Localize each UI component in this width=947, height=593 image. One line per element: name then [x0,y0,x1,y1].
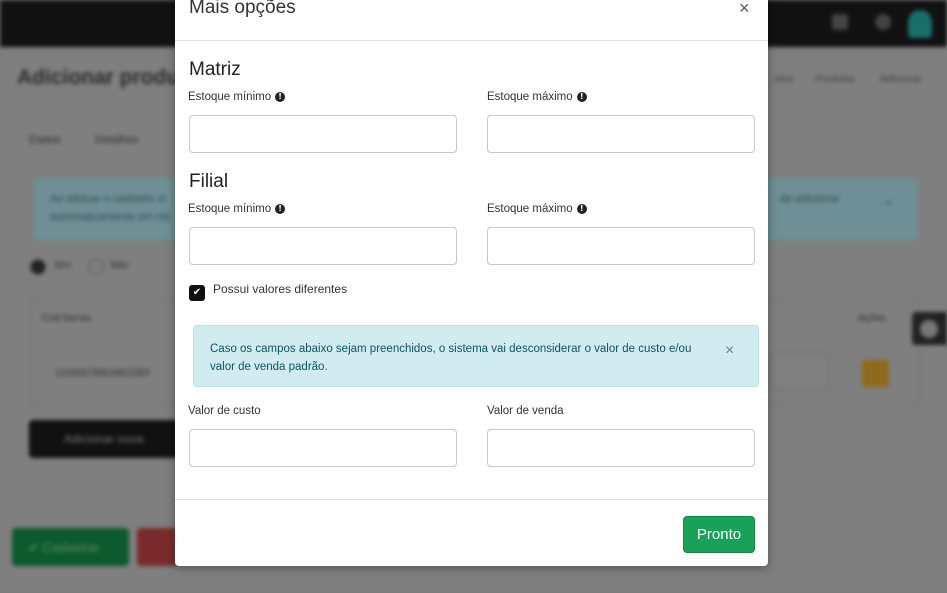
bg-table-cell: 1234567890ABCDEF [55,368,152,379]
bg-radio-nao-label: Não [110,260,129,271]
matriz-max-stock-label: Estoque máximo ! [487,91,587,103]
info-alert-text: Caso os campos abaixo sejam preenchidos,… [210,343,692,373]
more-options-modal: Mais opções × Matriz Estoque mínimo ! Es… [175,0,768,566]
section-title-matriz: Matriz [189,59,241,80]
info-icon[interactable]: ! [275,92,286,102]
sale-value-input[interactable] [487,429,755,467]
bg-breadcrumb-2: Produtos [815,74,856,85]
filial-max-stock-input[interactable] [487,227,755,265]
bg-delete-button [137,528,177,566]
bg-tab-detalhes: Detalhes [95,134,139,146]
bg-save-label-text: Cadastrar [42,540,100,555]
info-icon[interactable]: ! [275,204,286,214]
modal-header: Mais opções × [175,0,768,41]
grid-icon [832,14,848,30]
bg-side-toggle-icon [920,320,938,338]
bg-table-header-barcode: Cód barras [42,313,92,324]
bg-alert-close-icon: × [885,196,893,210]
bg-alert-line-1: Ao efetuar o cadastro d [50,193,165,205]
matriz-min-stock-input[interactable] [189,115,457,153]
done-button[interactable]: Pronto [683,516,755,553]
filial-min-stock-label: Estoque mínimo ! [188,203,286,215]
close-icon[interactable]: × [739,0,750,19]
bg-breadcrumb-3: Adicionar [880,74,922,85]
bg-alert-line-2: automaticamente um códi [50,211,170,223]
bg-edit-action-button [862,360,889,387]
info-icon[interactable]: ! [576,204,587,214]
user-avatar [908,10,932,38]
matriz-max-stock-label-text: Estoque máximo [487,91,573,103]
filial-min-stock-label-text: Estoque mínimo [188,203,272,215]
sale-value-label: Valor de venda [487,405,564,417]
different-values-checkbox[interactable]: ✔ [189,285,205,301]
bg-table-input [770,352,830,390]
different-values-option: ✔ Possui valores diferentes [189,282,347,301]
bg-breadcrumb-1: ulos [775,74,794,85]
bg-table-header-actions: Ações [858,313,886,324]
bg-radio-nao [88,259,104,275]
bg-tab-dados: Dados [29,134,61,146]
info-alert: Caso os campos abaixo sejam preenchidos,… [193,325,759,387]
bg-save-button-label: ✔ Cadastrar [28,540,100,555]
info-icon[interactable]: ! [576,92,587,102]
modal-footer: Pronto [175,499,768,566]
different-values-label[interactable]: Possui valores diferentes [213,282,347,296]
matriz-max-stock-input[interactable] [487,115,755,153]
alert-close-icon[interactable]: × [725,342,734,360]
bg-alert-text-right: de adicionar [780,193,840,205]
bg-page-title: Adicionar produ [17,66,180,89]
cost-value-input[interactable] [189,429,457,467]
matriz-min-stock-label-text: Estoque mínimo [188,91,272,103]
cost-value-label: Valor de custo [188,405,261,417]
section-title-filial: Filial [189,171,229,192]
modal-title: Mais opções [189,0,296,18]
filial-max-stock-label-text: Estoque máximo [487,203,573,215]
bg-add-button-label: Adicionar nova [64,432,144,446]
matriz-min-stock-label: Estoque mínimo ! [188,91,286,103]
filial-max-stock-label: Estoque máximo ! [487,203,587,215]
settings-icon [875,14,891,30]
bg-radio-sim-label: Sim [54,260,72,271]
bg-radio-sim [30,259,46,275]
bg-alert-text: Ao efetuar o cadastro d automaticamente … [50,190,170,226]
filial-min-stock-input[interactable] [189,227,457,265]
